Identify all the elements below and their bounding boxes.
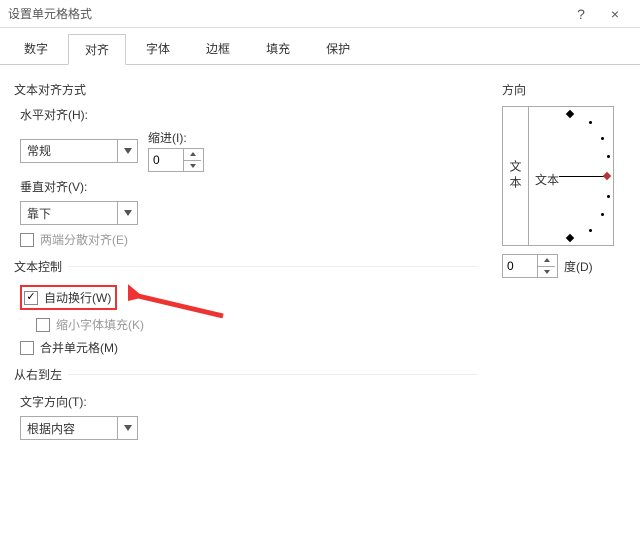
- spinner-up-icon[interactable]: [538, 255, 555, 267]
- dial-dot-icon: [589, 229, 592, 232]
- spinner-down-icon[interactable]: [538, 267, 555, 278]
- text-direction-label: 文字方向(T):: [20, 393, 478, 410]
- indent-label: 缩进(I):: [148, 129, 204, 146]
- orientation-dial[interactable]: 文本: [529, 107, 613, 245]
- wrap-checkbox[interactable]: [24, 291, 38, 305]
- dial-diamond-icon: [603, 172, 611, 180]
- orientation-section-label: 方向: [502, 81, 626, 98]
- dial-dot-icon: [601, 213, 604, 216]
- degree-label: 度(D): [564, 258, 593, 275]
- v-align-label: 垂直对齐(V):: [20, 178, 478, 195]
- close-button[interactable]: ×: [598, 6, 632, 22]
- checkbox-icon: [36, 318, 50, 332]
- merge-checkbox-row[interactable]: 合并单元格(M): [20, 339, 478, 356]
- v-align-value: 靠下: [21, 205, 117, 222]
- indent-spinner[interactable]: [148, 148, 204, 172]
- orientation-vertical-text: 文本: [507, 160, 524, 192]
- dial-dot-icon: [601, 137, 604, 140]
- h-align-select[interactable]: 常规: [20, 139, 138, 163]
- justify-distributed-checkbox[interactable]: 两端分散对齐(E): [20, 231, 478, 248]
- merge-label: 合并单元格(M): [40, 339, 118, 356]
- text-direction-select[interactable]: 根据内容: [20, 416, 138, 440]
- help-button[interactable]: ?: [564, 6, 598, 22]
- text-align-section-label: 文本对齐方式: [14, 81, 478, 98]
- shrink-label: 缩小字体填充(K): [56, 316, 144, 333]
- tab-bar: 数字 对齐 字体 边框 填充 保护: [0, 28, 640, 65]
- shrink-checkbox-row[interactable]: 缩小字体填充(K): [36, 316, 478, 333]
- spinner-buttons: [537, 255, 555, 277]
- h-align-value: 常规: [21, 142, 117, 159]
- text-control-section-label: 文本控制: [14, 258, 68, 275]
- arrow-annotation: [128, 281, 228, 321]
- chevron-down-icon: [117, 202, 137, 224]
- orientation-line: [559, 176, 605, 177]
- chevron-down-icon: [117, 417, 137, 439]
- degree-input[interactable]: [503, 259, 537, 273]
- highlight-annotation: 自动换行(W): [20, 285, 117, 310]
- h-align-label: 水平对齐(H):: [20, 106, 478, 123]
- spinner-down-icon[interactable]: [184, 161, 201, 172]
- dial-dot-icon: [607, 155, 610, 158]
- orientation-dial-label: 文本: [535, 171, 559, 188]
- indent-input[interactable]: [149, 153, 183, 167]
- tab-align[interactable]: 对齐: [68, 34, 126, 65]
- justify-distributed-label: 两端分散对齐(E): [40, 231, 128, 248]
- spinner-buttons: [183, 149, 201, 171]
- checkbox-icon: [20, 233, 34, 247]
- dial-dot-icon: [589, 121, 592, 124]
- orientation-control[interactable]: 文本 文本: [502, 106, 614, 246]
- degree-spinner[interactable]: [502, 254, 558, 278]
- dial-dot-icon: [607, 195, 610, 198]
- dial-diamond-icon: [566, 234, 574, 242]
- chevron-down-icon: [117, 140, 137, 162]
- v-align-select[interactable]: 靠下: [20, 201, 138, 225]
- text-direction-value: 根据内容: [21, 420, 117, 437]
- spinner-up-icon[interactable]: [184, 149, 201, 161]
- window-title: 设置单元格格式: [8, 5, 564, 22]
- orientation-vertical-button[interactable]: 文本: [503, 107, 529, 245]
- tab-font[interactable]: 字体: [130, 34, 186, 64]
- wrap-label: 自动换行(W): [44, 289, 111, 306]
- tab-protect[interactable]: 保护: [310, 34, 366, 64]
- tab-number[interactable]: 数字: [8, 34, 64, 64]
- tab-border[interactable]: 边框: [190, 34, 246, 64]
- checkbox-icon: [20, 341, 34, 355]
- rtl-section-label: 从右到左: [14, 366, 68, 383]
- titlebar: 设置单元格格式 ? ×: [0, 0, 640, 28]
- tab-fill[interactable]: 填充: [250, 34, 306, 64]
- dial-diamond-icon: [566, 110, 574, 118]
